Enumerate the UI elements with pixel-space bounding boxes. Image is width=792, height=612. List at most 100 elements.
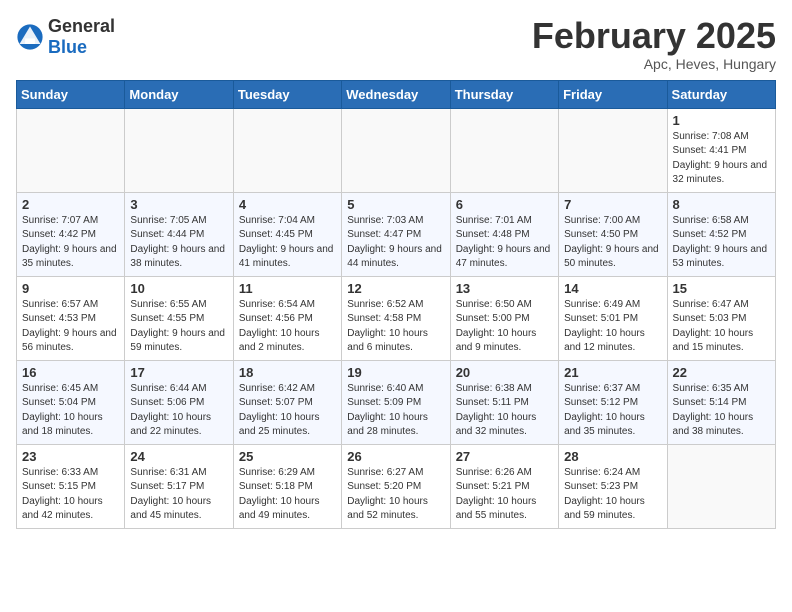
day-info: Sunrise: 6:55 AM Sunset: 4:55 PM Dayligh… [130,298,227,356]
calendar-week-1: 1 Sunrise: 7:08 AM Sunset: 4:41 PM Daylig… [17,108,776,192]
day-number: 4 [239,197,336,212]
day-number: 5 [347,197,444,212]
weekday-header-row: SundayMondayTuesdayWednesdayThursdayFrid… [17,80,776,108]
calendar-cell: 18Sunrise: 6:42 AM Sunset: 5:07 PM Dayli… [233,360,341,444]
day-number: 9 [22,281,119,296]
day-number: 27 [456,449,553,464]
day-number: 23 [22,449,119,464]
day-info: Sunrise: 6:44 AM Sunset: 5:06 PM Dayligh… [130,382,227,440]
calendar-cell [125,108,233,192]
day-info: Sunrise: 7:08 AM Sunset: 4:41 PM Dayligh… [673,130,770,188]
calendar-cell: 2 Sunrise: 7:07 AM Sunset: 4:42 PM Daylig… [17,192,125,276]
calendar-cell: 8 Sunrise: 6:58 AM Sunset: 4:52 PM Daylig… [667,192,775,276]
weekday-header-saturday: Saturday [667,80,775,108]
weekday-header-wednesday: Wednesday [342,80,450,108]
calendar-cell [17,108,125,192]
day-number: 17 [130,365,227,380]
logo-icon [16,23,44,51]
day-info: Sunrise: 6:29 AM Sunset: 5:18 PM Dayligh… [239,466,336,524]
calendar-cell: 3Sunrise: 7:05 AM Sunset: 4:44 PM Daylig… [125,192,233,276]
calendar-cell: 10 Sunrise: 6:55 AM Sunset: 4:55 PM Dayli… [125,276,233,360]
calendar-cell: 20 Sunrise: 6:38 AM Sunset: 5:11 PM Dayli… [450,360,558,444]
calendar-cell: 7Sunrise: 7:00 AM Sunset: 4:50 PM Daylig… [559,192,667,276]
calendar-cell: 25 Sunrise: 6:29 AM Sunset: 5:18 PM Dayli… [233,444,341,528]
day-number: 20 [456,365,553,380]
calendar-cell: 5 Sunrise: 7:03 AM Sunset: 4:47 PM Daylig… [342,192,450,276]
day-info: Sunrise: 6:31 AM Sunset: 5:17 PM Dayligh… [130,466,227,524]
day-info: Sunrise: 7:07 AM Sunset: 4:42 PM Dayligh… [22,214,119,272]
day-info: Sunrise: 6:33 AM Sunset: 5:15 PM Dayligh… [22,466,119,524]
calendar-week-4: 16Sunrise: 6:45 AM Sunset: 5:04 PM Dayli… [17,360,776,444]
calendar-cell [233,108,341,192]
day-info: Sunrise: 6:27 AM Sunset: 5:20 PM Dayligh… [347,466,444,524]
day-number: 19 [347,365,444,380]
day-info: Sunrise: 6:52 AM Sunset: 4:58 PM Dayligh… [347,298,444,356]
day-number: 15 [673,281,770,296]
calendar-week-5: 23 Sunrise: 6:33 AM Sunset: 5:15 PM Dayli… [17,444,776,528]
calendar-cell: 9 Sunrise: 6:57 AM Sunset: 4:53 PM Daylig… [17,276,125,360]
calendar-cell: 22 Sunrise: 6:35 AM Sunset: 5:14 PM Dayli… [667,360,775,444]
day-info: Sunrise: 6:45 AM Sunset: 5:04 PM Dayligh… [22,382,119,440]
title-area: February 2025 Apc, Heves, Hungary [532,16,776,72]
day-info: Sunrise: 7:03 AM Sunset: 4:47 PM Dayligh… [347,214,444,272]
day-number: 8 [673,197,770,212]
header: General Blue February 2025 Apc, Heves, H… [16,16,776,72]
weekday-header-friday: Friday [559,80,667,108]
day-number: 26 [347,449,444,464]
calendar-cell: 11 Sunrise: 6:54 AM Sunset: 4:56 PM Dayli… [233,276,341,360]
calendar-cell [559,108,667,192]
calendar-cell: 21Sunrise: 6:37 AM Sunset: 5:12 PM Dayli… [559,360,667,444]
day-info: Sunrise: 7:01 AM Sunset: 4:48 PM Dayligh… [456,214,553,272]
month-year: February 2025 [532,16,776,56]
day-number: 12 [347,281,444,296]
weekday-header-thursday: Thursday [450,80,558,108]
calendar-cell [450,108,558,192]
calendar-cell: 28 Sunrise: 6:24 AM Sunset: 5:23 PM Dayli… [559,444,667,528]
day-number: 7 [564,197,661,212]
calendar-cell: 14 Sunrise: 6:49 AM Sunset: 5:01 PM Dayli… [559,276,667,360]
day-info: Sunrise: 6:47 AM Sunset: 5:03 PM Dayligh… [673,298,770,356]
day-info: Sunrise: 6:37 AM Sunset: 5:12 PM Dayligh… [564,382,661,440]
day-info: Sunrise: 6:26 AM Sunset: 5:21 PM Dayligh… [456,466,553,524]
calendar-cell [342,108,450,192]
day-info: Sunrise: 6:40 AM Sunset: 5:09 PM Dayligh… [347,382,444,440]
day-number: 3 [130,197,227,212]
day-number: 24 [130,449,227,464]
calendar-cell: 1 Sunrise: 7:08 AM Sunset: 4:41 PM Daylig… [667,108,775,192]
calendar-cell: 15 Sunrise: 6:47 AM Sunset: 5:03 PM Dayli… [667,276,775,360]
calendar-cell: 27 Sunrise: 6:26 AM Sunset: 5:21 PM Dayli… [450,444,558,528]
calendar-cell: 12 Sunrise: 6:52 AM Sunset: 4:58 PM Dayli… [342,276,450,360]
day-number: 11 [239,281,336,296]
day-number: 14 [564,281,661,296]
day-info: Sunrise: 6:24 AM Sunset: 5:23 PM Dayligh… [564,466,661,524]
day-number: 1 [673,113,770,128]
day-number: 2 [22,197,119,212]
day-number: 25 [239,449,336,464]
calendar-cell: 19 Sunrise: 6:40 AM Sunset: 5:09 PM Dayli… [342,360,450,444]
calendar-cell: 6Sunrise: 7:01 AM Sunset: 4:48 PM Daylig… [450,192,558,276]
calendar-cell: 23 Sunrise: 6:33 AM Sunset: 5:15 PM Dayli… [17,444,125,528]
day-info: Sunrise: 6:35 AM Sunset: 5:14 PM Dayligh… [673,382,770,440]
day-info: Sunrise: 7:04 AM Sunset: 4:45 PM Dayligh… [239,214,336,272]
day-info: Sunrise: 6:58 AM Sunset: 4:52 PM Dayligh… [673,214,770,272]
calendar-cell: 4 Sunrise: 7:04 AM Sunset: 4:45 PM Daylig… [233,192,341,276]
day-info: Sunrise: 6:49 AM Sunset: 5:01 PM Dayligh… [564,298,661,356]
day-number: 18 [239,365,336,380]
day-number: 22 [673,365,770,380]
day-number: 13 [456,281,553,296]
calendar-cell: 17 Sunrise: 6:44 AM Sunset: 5:06 PM Dayli… [125,360,233,444]
calendar-week-3: 9 Sunrise: 6:57 AM Sunset: 4:53 PM Daylig… [17,276,776,360]
calendar-week-2: 2 Sunrise: 7:07 AM Sunset: 4:42 PM Daylig… [17,192,776,276]
day-number: 28 [564,449,661,464]
calendar-cell [667,444,775,528]
day-number: 10 [130,281,227,296]
weekday-header-sunday: Sunday [17,80,125,108]
day-info: Sunrise: 6:50 AM Sunset: 5:00 PM Dayligh… [456,298,553,356]
calendar-cell: 16Sunrise: 6:45 AM Sunset: 5:04 PM Dayli… [17,360,125,444]
calendar-table: SundayMondayTuesdayWednesdayThursdayFrid… [16,80,776,529]
day-info: Sunrise: 6:38 AM Sunset: 5:11 PM Dayligh… [456,382,553,440]
weekday-header-tuesday: Tuesday [233,80,341,108]
day-info: Sunrise: 6:57 AM Sunset: 4:53 PM Dayligh… [22,298,119,356]
logo: General Blue [16,16,115,58]
day-info: Sunrise: 6:54 AM Sunset: 4:56 PM Dayligh… [239,298,336,356]
